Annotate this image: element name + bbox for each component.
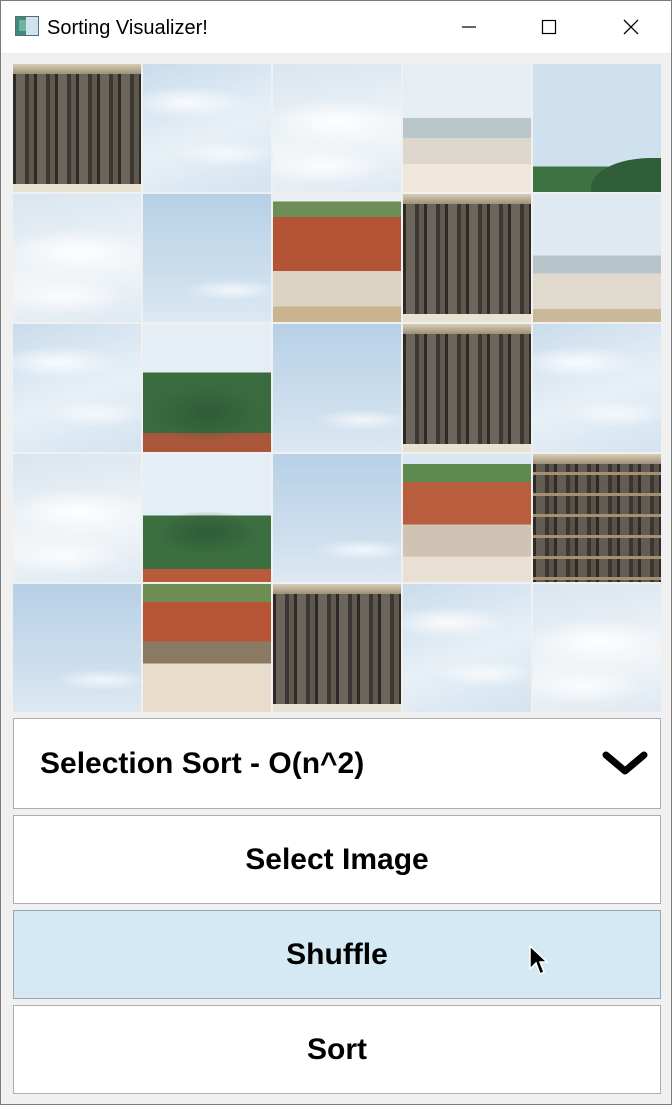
algorithm-dropdown-value: Selection Sort - O(n^2)	[40, 746, 365, 780]
image-tile	[403, 584, 531, 712]
chevron-down-icon	[602, 751, 648, 775]
select-image-button[interactable]: Select Image	[13, 815, 661, 904]
image-tile	[533, 64, 661, 192]
image-tile	[13, 324, 141, 452]
image-tile	[13, 454, 141, 582]
window-title: Sorting Visualizer!	[47, 17, 208, 39]
image-tile	[273, 454, 401, 582]
image-tile	[143, 454, 271, 582]
mouse-cursor-icon	[529, 945, 549, 976]
title-bar[interactable]: Sorting Visualizer!	[1, 1, 671, 53]
app-window: Sorting Visualizer! Selection Sort - O(n…	[0, 0, 672, 1105]
maximize-icon	[541, 19, 557, 35]
image-tile	[533, 454, 661, 582]
image-tile	[273, 64, 401, 192]
image-tile	[273, 584, 401, 712]
minimize-button[interactable]	[429, 1, 509, 53]
image-tile	[13, 64, 141, 192]
app-icon	[15, 16, 39, 36]
image-tile	[273, 194, 401, 322]
image-tile	[273, 324, 401, 452]
image-tile	[13, 194, 141, 322]
close-button[interactable]	[591, 1, 671, 53]
shuffle-button[interactable]: Shuffle	[13, 910, 661, 999]
algorithm-dropdown[interactable]: Selection Sort - O(n^2)	[13, 718, 661, 809]
image-tile	[403, 324, 531, 452]
close-icon	[623, 19, 639, 35]
image-tile-grid	[13, 64, 661, 712]
image-tile	[403, 454, 531, 582]
maximize-button[interactable]	[509, 1, 589, 53]
image-tile	[533, 584, 661, 712]
image-tile	[143, 194, 271, 322]
image-tile	[143, 64, 271, 192]
image-tile	[143, 324, 271, 452]
image-tile	[403, 64, 531, 192]
image-tile	[13, 584, 141, 712]
minimize-icon	[462, 26, 476, 28]
sort-button[interactable]: Sort	[13, 1005, 661, 1094]
image-tile	[403, 194, 531, 322]
image-tile	[143, 584, 271, 712]
image-tile	[533, 324, 661, 452]
image-tile	[533, 194, 661, 322]
